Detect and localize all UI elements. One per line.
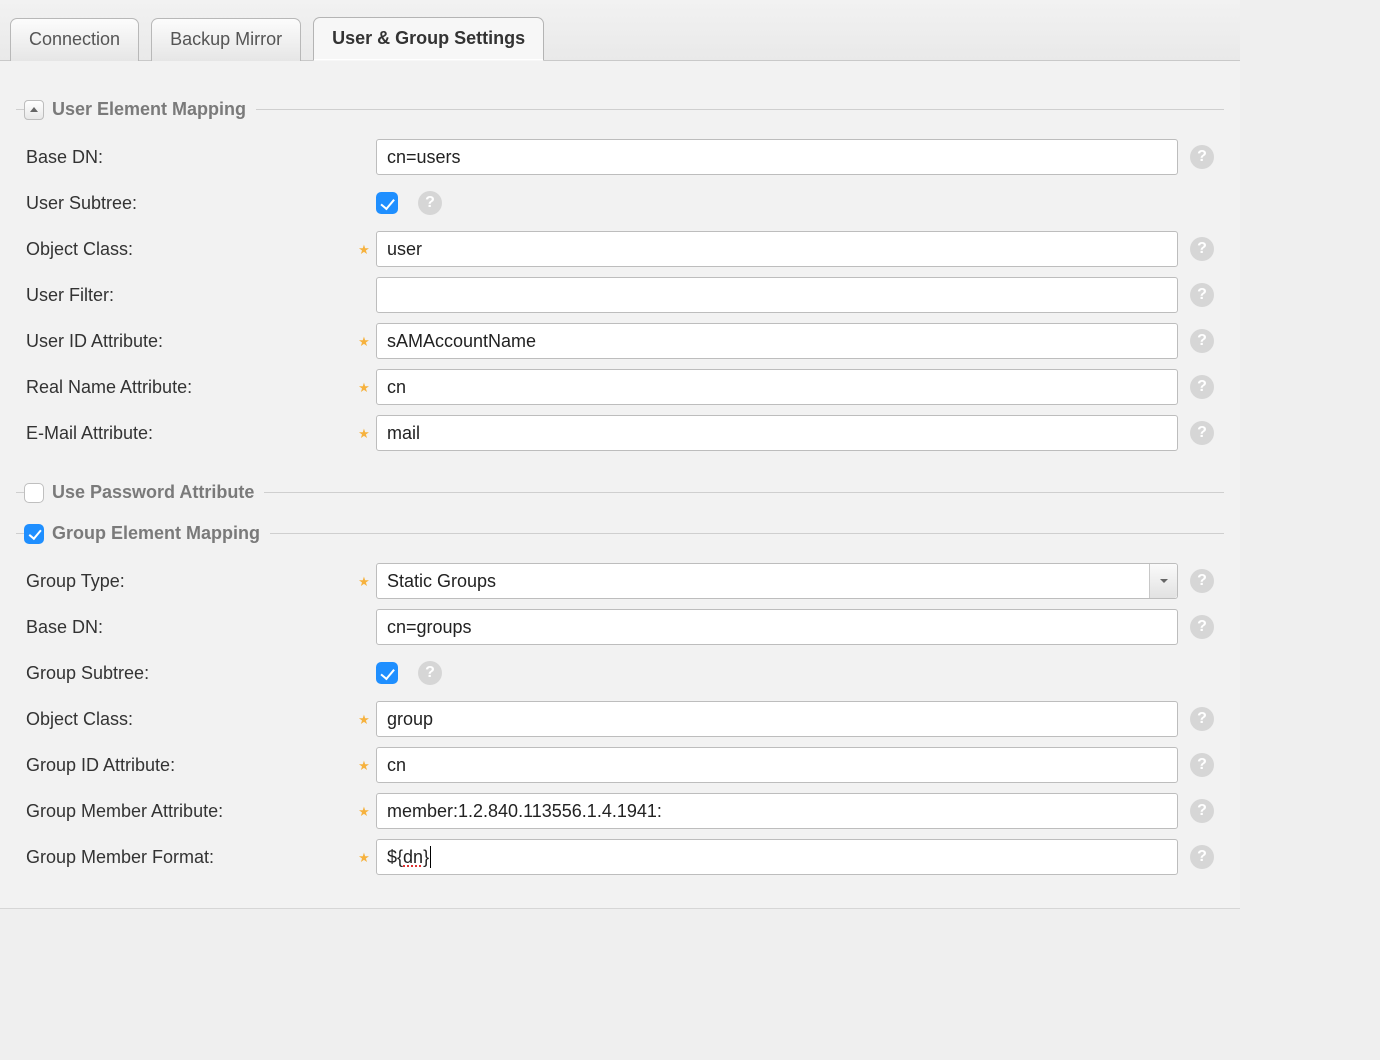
required-icon bbox=[352, 571, 376, 591]
row-group-member-format: Group Member Format: ${dn} bbox=[22, 834, 1218, 880]
help-icon[interactable] bbox=[1190, 283, 1214, 307]
help-icon[interactable] bbox=[1190, 421, 1214, 445]
chevron-down-icon[interactable] bbox=[1149, 564, 1177, 598]
row-object-class: Object Class: bbox=[22, 226, 1218, 272]
group-member-format-input[interactable]: ${dn} bbox=[376, 839, 1178, 875]
row-email-attribute: E-Mail Attribute: bbox=[22, 410, 1218, 456]
group-base-dn-input[interactable] bbox=[376, 609, 1178, 645]
row-group-base-dn: Base DN: bbox=[22, 604, 1218, 650]
row-user-filter: User Filter: bbox=[22, 272, 1218, 318]
help-icon[interactable] bbox=[1190, 569, 1214, 593]
object-class-input[interactable] bbox=[376, 231, 1178, 267]
required-icon bbox=[352, 377, 376, 397]
label-group-member-format: Group Member Format: bbox=[22, 847, 352, 868]
label-real-name-attribute: Real Name Attribute: bbox=[22, 377, 352, 398]
label-group-subtree: Group Subtree: bbox=[22, 663, 352, 684]
row-real-name-attribute: Real Name Attribute: bbox=[22, 364, 1218, 410]
help-icon[interactable] bbox=[1190, 375, 1214, 399]
gmf-err: dn bbox=[403, 847, 423, 868]
fieldset-user-element-mapping: User Element Mapping Base DN: User Subtr… bbox=[16, 99, 1224, 462]
row-group-object-class: Object Class: bbox=[22, 696, 1218, 742]
required-icon bbox=[352, 239, 376, 259]
collapse-toggle-icon[interactable] bbox=[24, 100, 44, 120]
label-group-member-attribute: Group Member Attribute: bbox=[22, 801, 352, 822]
tab-bar: Connection Backup Mirror User & Group Se… bbox=[0, 0, 1240, 61]
label-user-id-attribute: User ID Attribute: bbox=[22, 331, 352, 352]
help-icon[interactable] bbox=[1190, 753, 1214, 777]
required-icon bbox=[352, 709, 376, 729]
fieldset-legend: Use Password Attribute bbox=[52, 482, 254, 503]
help-icon[interactable] bbox=[1190, 329, 1214, 353]
row-group-member-attribute: Group Member Attribute: bbox=[22, 788, 1218, 834]
use-password-attribute-checkbox[interactable] bbox=[24, 483, 44, 503]
required-icon bbox=[352, 755, 376, 775]
row-base-dn: Base DN: bbox=[22, 134, 1218, 180]
group-type-select[interactable]: Static Groups bbox=[376, 563, 1178, 599]
group-subtree-checkbox[interactable] bbox=[376, 662, 398, 684]
real-name-attribute-input[interactable] bbox=[376, 369, 1178, 405]
label-user-subtree: User Subtree: bbox=[22, 193, 352, 214]
user-id-attribute-input[interactable] bbox=[376, 323, 1178, 359]
group-type-value: Static Groups bbox=[387, 571, 496, 592]
label-group-id-attribute: Group ID Attribute: bbox=[22, 755, 352, 776]
text-caret-icon bbox=[430, 846, 431, 868]
base-dn-input[interactable] bbox=[376, 139, 1178, 175]
tab-connection[interactable]: Connection bbox=[10, 18, 139, 61]
label-object-class: Object Class: bbox=[22, 239, 352, 260]
help-icon[interactable] bbox=[1190, 615, 1214, 639]
label-email-attribute: E-Mail Attribute: bbox=[22, 423, 352, 444]
group-object-class-input[interactable] bbox=[376, 701, 1178, 737]
label-group-base-dn: Base DN: bbox=[22, 617, 352, 638]
panel-body: User Element Mapping Base DN: User Subtr… bbox=[0, 61, 1240, 908]
group-id-attribute-input[interactable] bbox=[376, 747, 1178, 783]
label-group-object-class: Object Class: bbox=[22, 709, 352, 730]
row-user-subtree: User Subtree: bbox=[22, 180, 1218, 226]
help-icon[interactable] bbox=[1190, 799, 1214, 823]
email-attribute-input[interactable] bbox=[376, 415, 1178, 451]
settings-window: Connection Backup Mirror User & Group Se… bbox=[0, 0, 1240, 909]
row-group-type: Group Type: Static Groups bbox=[22, 558, 1218, 604]
row-user-id-attribute: User ID Attribute: bbox=[22, 318, 1218, 364]
fieldset-group-element-mapping: Group Element Mapping Group Type: Static… bbox=[16, 523, 1224, 886]
user-filter-input[interactable] bbox=[376, 277, 1178, 313]
help-icon[interactable] bbox=[418, 661, 442, 685]
help-icon[interactable] bbox=[1190, 845, 1214, 869]
group-element-mapping-checkbox[interactable] bbox=[24, 524, 44, 544]
fieldset-legend: User Element Mapping bbox=[52, 99, 246, 120]
gmf-suffix: } bbox=[423, 847, 429, 868]
row-group-subtree: Group Subtree: bbox=[22, 650, 1218, 696]
required-icon bbox=[352, 801, 376, 821]
help-icon[interactable] bbox=[1190, 707, 1214, 731]
label-group-type: Group Type: bbox=[22, 571, 352, 592]
help-icon[interactable] bbox=[1190, 237, 1214, 261]
required-icon bbox=[352, 847, 376, 867]
label-user-filter: User Filter: bbox=[22, 285, 352, 306]
fieldset-legend: Group Element Mapping bbox=[52, 523, 260, 544]
tab-backup-mirror[interactable]: Backup Mirror bbox=[151, 18, 301, 61]
gmf-prefix: ${ bbox=[387, 847, 403, 868]
help-icon[interactable] bbox=[418, 191, 442, 215]
fieldset-use-password-attribute: Use Password Attribute bbox=[16, 482, 1224, 503]
user-subtree-checkbox[interactable] bbox=[376, 192, 398, 214]
label-base-dn: Base DN: bbox=[22, 147, 352, 168]
required-icon bbox=[352, 331, 376, 351]
group-member-attribute-input[interactable] bbox=[376, 793, 1178, 829]
help-icon[interactable] bbox=[1190, 145, 1214, 169]
row-group-id-attribute: Group ID Attribute: bbox=[22, 742, 1218, 788]
tab-user-group-settings[interactable]: User & Group Settings bbox=[313, 17, 544, 61]
required-icon bbox=[352, 423, 376, 443]
